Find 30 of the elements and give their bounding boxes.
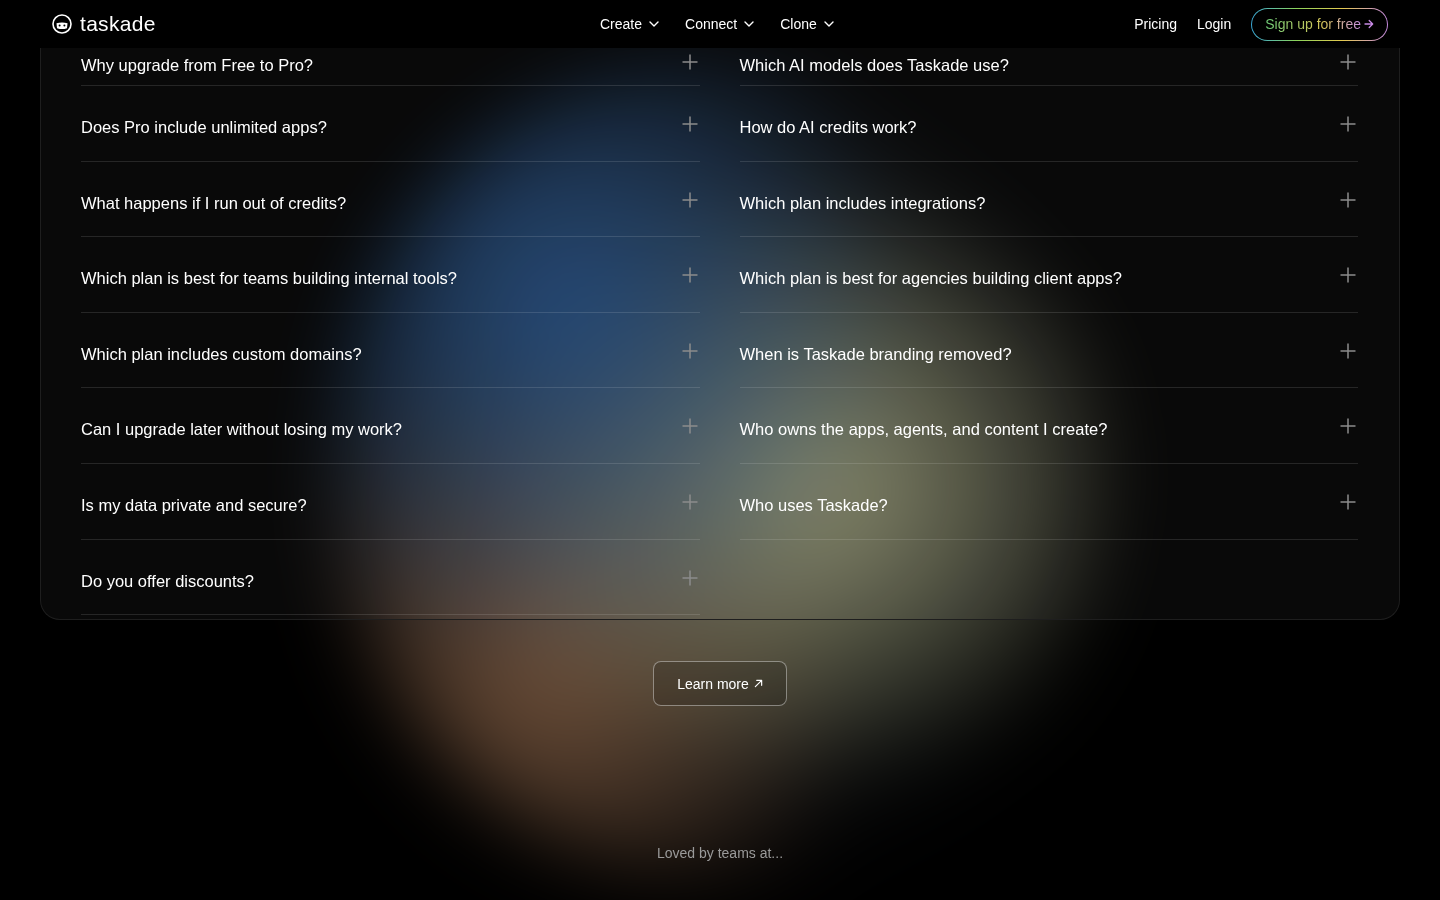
nav-link[interactable]: Login: [1197, 16, 1232, 32]
faq-question[interactable]: Does Pro include unlimited apps?: [81, 86, 700, 162]
nav-menu[interactable]: Clone: [780, 16, 834, 32]
nav-link[interactable]: Pricing: [1134, 16, 1177, 32]
tagline-text: Loved by teams at...: [656, 845, 784, 862]
chevron-down-icon: [823, 21, 834, 27]
logo-text[interactable]: taskade: [80, 12, 156, 36]
arrow-up-right-icon: [753, 679, 763, 689]
faq-question[interactable]: Who owns the apps, agents, and content I create?: [739, 388, 1358, 464]
faq-question[interactable]: How do AI credits work?: [739, 86, 1358, 162]
chevron-down-icon: [649, 21, 660, 27]
learn-more-button[interactable]: Learn more: [653, 661, 787, 707]
faq-question[interactable]: Can I upgrade later without losing my work?: [81, 388, 700, 464]
nav-menu[interactable]: Create: [600, 16, 660, 32]
faq-question[interactable]: Which plan is best for teams building internal tools?: [81, 237, 700, 313]
faq-question[interactable]: Which plan includes custom domains?: [81, 312, 700, 389]
faq-question[interactable]: When is Taskade branding removed?: [739, 312, 1358, 389]
sign-up-button[interactable]: Sign up for free: [1251, 7, 1388, 41]
faq-question[interactable]: What happens if I run out of credits?: [81, 161, 700, 238]
faq-question[interactable]: Which plan is best for agencies building client apps?: [739, 237, 1358, 313]
faq-question[interactable]: Which plan includes integrations?: [739, 161, 1358, 238]
chevron-down-icon: [744, 21, 755, 27]
faq-question[interactable]: Why upgrade from Free to Pro?: [81, 48, 700, 86]
arrow-right-icon: [1364, 19, 1374, 29]
faq-question[interactable]: Is my data private and secure?: [81, 463, 700, 540]
faq-question[interactable]: Who uses Taskade?: [739, 463, 1358, 540]
faq-question[interactable]: Do you offer discounts?: [81, 539, 700, 616]
nav-menu[interactable]: Connect: [685, 16, 755, 32]
faq-question[interactable]: Which AI models does Taskade use?: [739, 48, 1358, 86]
logo-icon: [52, 14, 72, 34]
